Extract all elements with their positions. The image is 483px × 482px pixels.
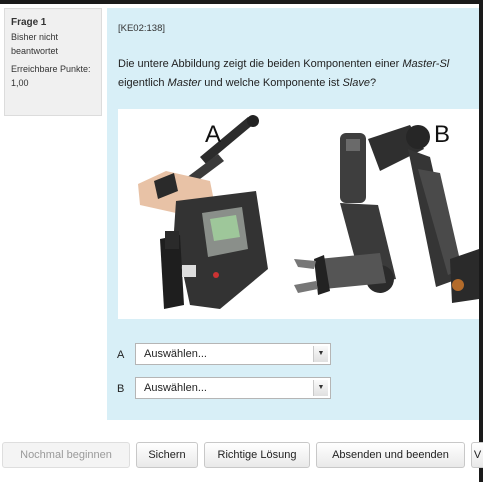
answer-label-b: B: [117, 383, 125, 395]
restart-button[interactable]: Nochmal beginnen: [2, 442, 130, 468]
figure-label-a: A: [205, 121, 222, 148]
question-info-panel: Frage 1 Bisher nicht beantwortet Erreich…: [4, 8, 102, 116]
question-state: Bisher nicht beantwortet: [11, 32, 59, 56]
submit-and-finish-button[interactable]: Absenden und beenden: [316, 442, 465, 468]
master-slave-figure: A B: [118, 109, 479, 319]
points-value: 1,00: [11, 78, 29, 88]
figure-label-b: B: [434, 121, 451, 148]
answer-label-a: A: [117, 349, 125, 361]
question-formulation: [KE02:138] Die untere Abbildung zeigt di…: [107, 8, 479, 420]
show-correct-answer-button[interactable]: Richtige Lösung: [204, 442, 310, 468]
answer-b-select[interactable]: Auswählen... ▼: [135, 377, 331, 399]
question-id: [KE02:138]: [118, 23, 166, 34]
answer-a-select[interactable]: Auswählen... ▼: [135, 343, 331, 365]
question-number: Frage 1: [11, 17, 47, 28]
chevron-down-icon: ▼: [313, 380, 328, 396]
save-button[interactable]: Sichern: [136, 442, 198, 468]
slave-arm-drawing: [294, 125, 479, 303]
robot-arms-image: [138, 115, 479, 309]
next-button[interactable]: V: [471, 442, 483, 468]
question-text: Die untere Abbildung zeigt die beiden Ko…: [118, 58, 450, 89]
chevron-down-icon: ▼: [313, 346, 328, 362]
top-border: [0, 0, 483, 4]
master-device-drawing: [138, 115, 268, 309]
button-bar: Nochmal beginnen Sichern Richtige Lösung…: [0, 442, 483, 468]
points-label: Erreichbare Punkte:: [11, 64, 91, 74]
